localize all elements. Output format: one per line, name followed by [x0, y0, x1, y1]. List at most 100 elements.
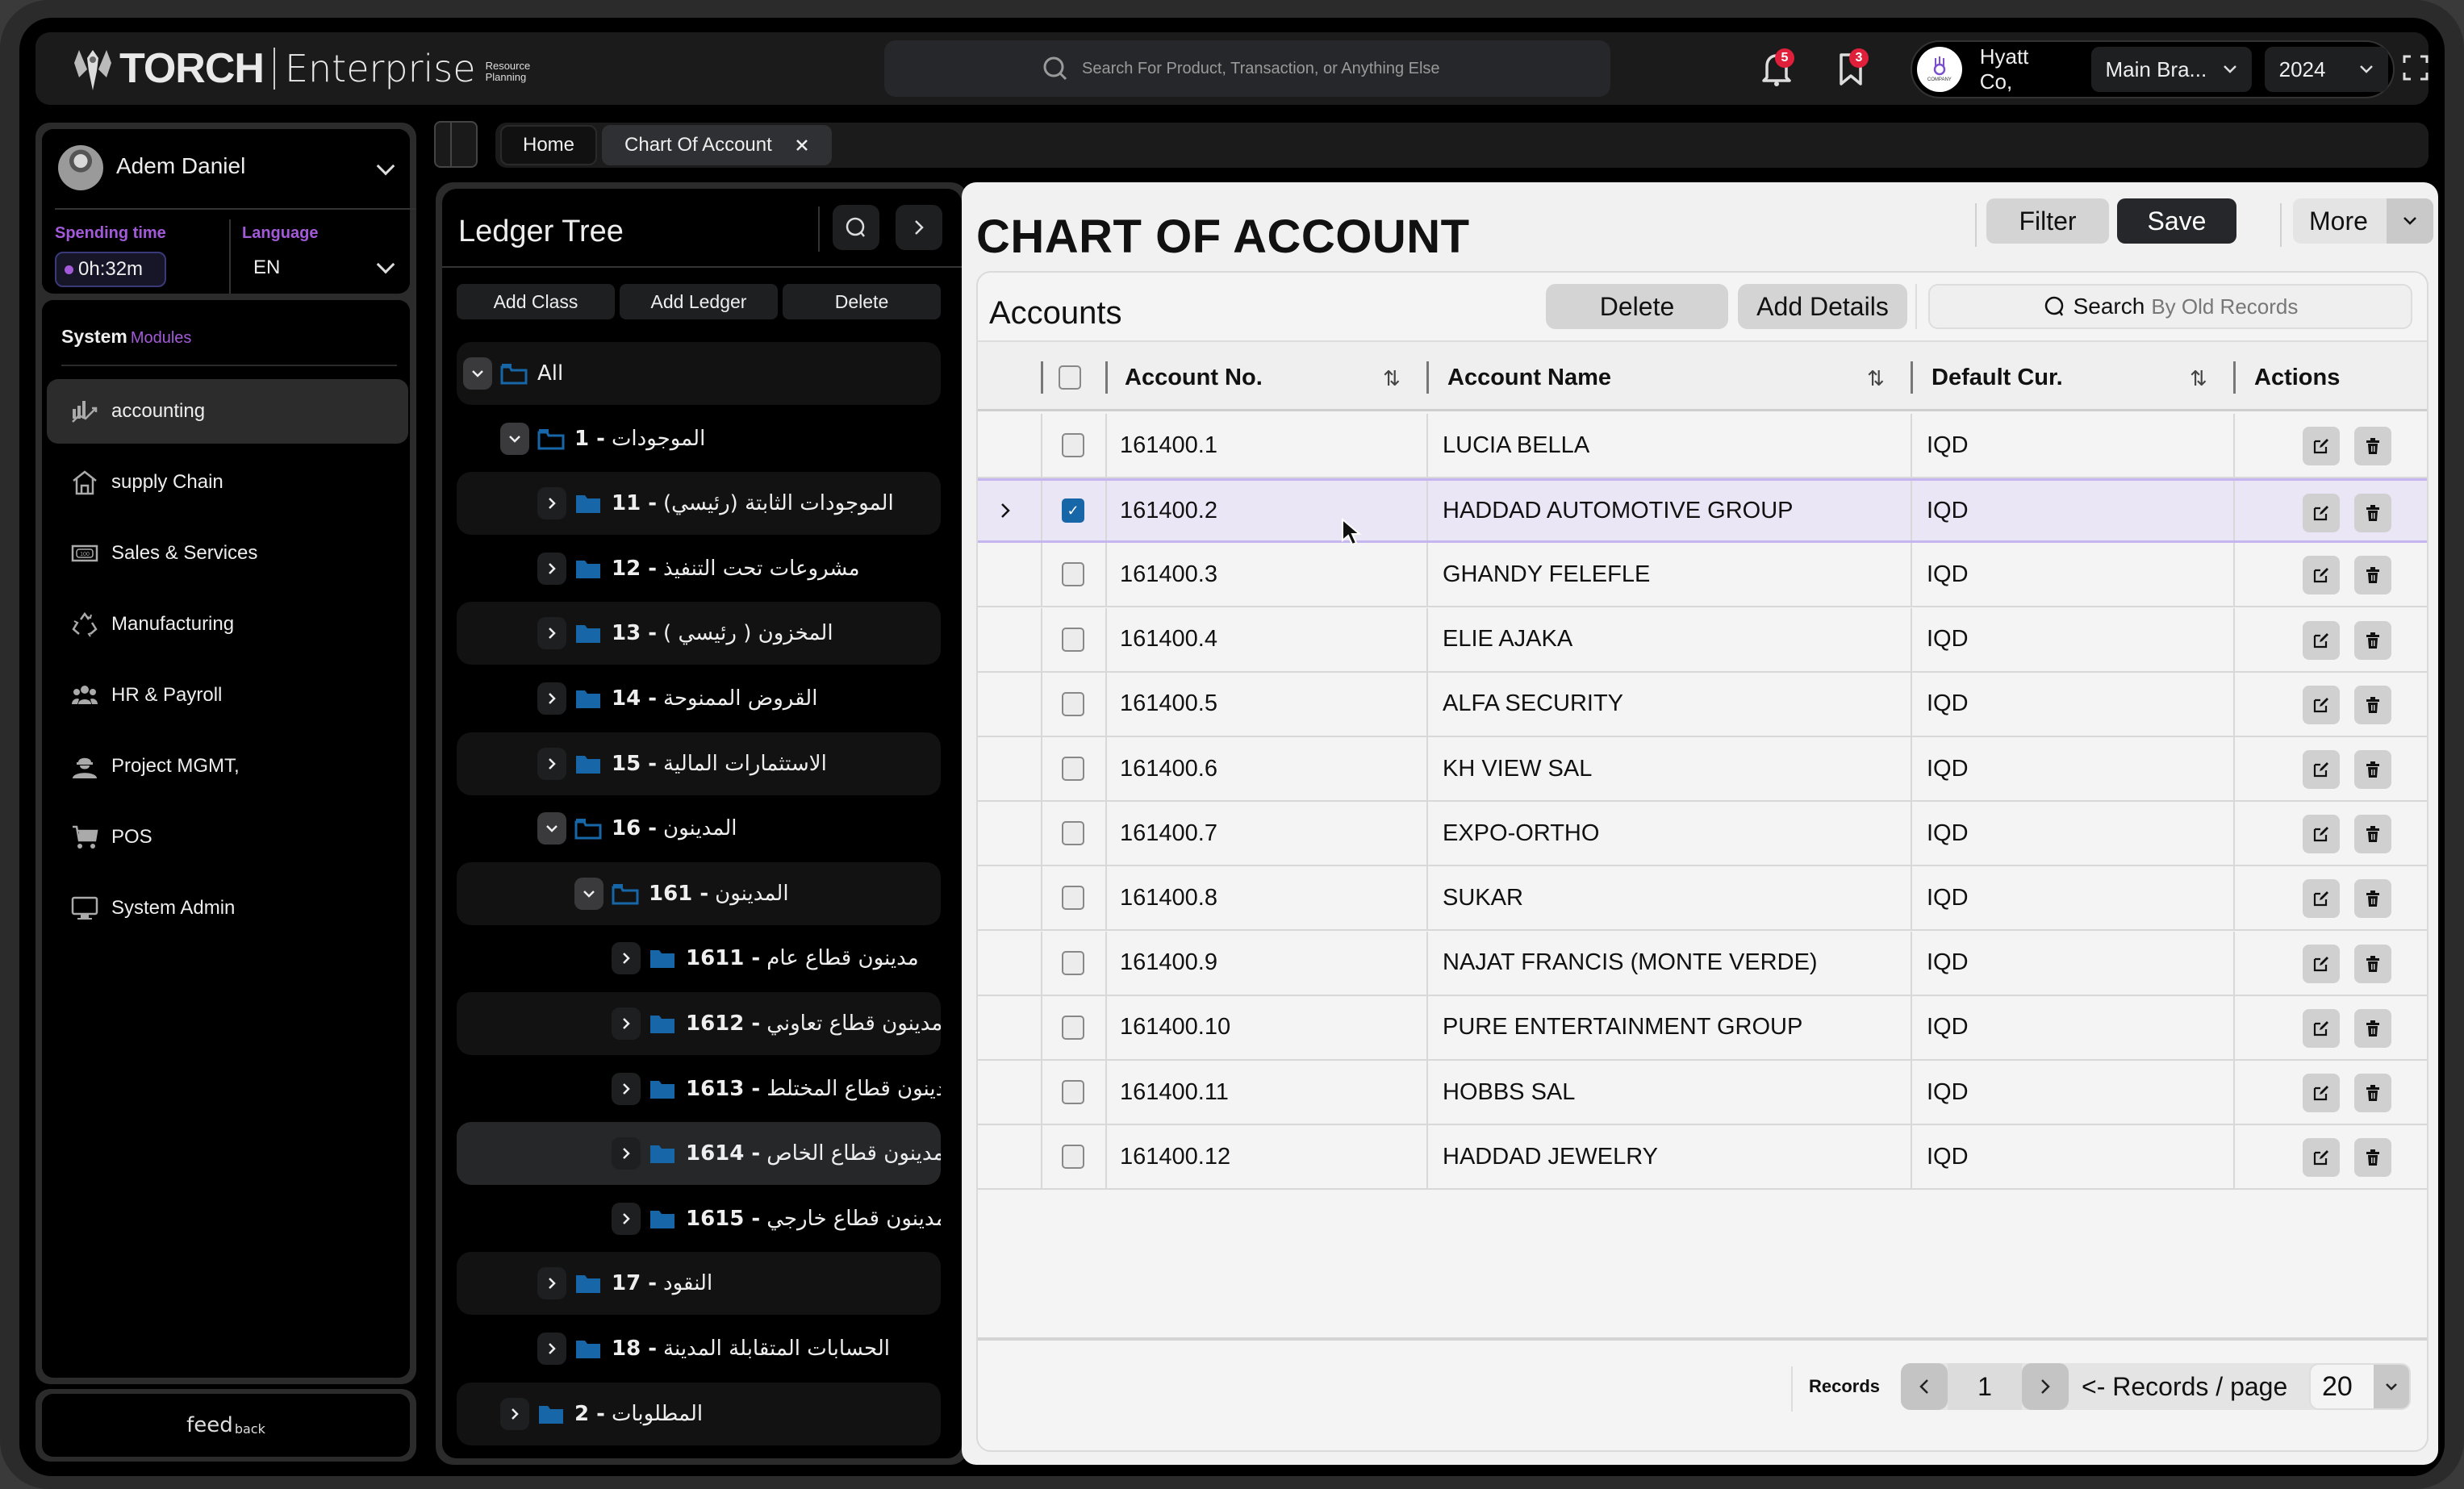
tree-node[interactable]: 18 - الحسابات المتقابلة المدينة	[457, 1317, 941, 1380]
sidebar-item-sales-services[interactable]: 100 Sales & Services	[47, 521, 408, 586]
column-header-account-name[interactable]: Account Name	[1447, 342, 1611, 413]
chevron-down-icon[interactable]	[537, 812, 566, 845]
chevron-down-icon[interactable]	[463, 357, 492, 390]
chevron-right-icon[interactable]	[612, 1007, 641, 1040]
delete-row-button[interactable]	[2354, 427, 2391, 465]
add-class-button[interactable]: Add Class	[457, 284, 615, 319]
tree-node[interactable]: 1614 - مدينون قطاع الخاص	[457, 1122, 941, 1186]
delete-row-button[interactable]	[2354, 685, 2391, 724]
chevron-right-icon[interactable]	[500, 1397, 529, 1430]
edit-button[interactable]	[2303, 1074, 2340, 1112]
tree-node[interactable]: 1 - الموجودات	[457, 407, 941, 470]
sidebar-item-system-admin[interactable]: System Admin	[47, 876, 408, 941]
filter-button[interactable]: Filter	[1986, 198, 2109, 244]
row-checkbox[interactable]	[1062, 691, 1084, 716]
global-search-input[interactable]	[1082, 59, 1453, 78]
edit-button[interactable]	[2303, 1008, 2340, 1048]
sidebar-item-manufacturing[interactable]: Manufacturing	[47, 592, 408, 657]
more-dropdown[interactable]: More	[2293, 198, 2433, 244]
row-checkbox[interactable]	[1062, 1015, 1084, 1040]
tree-node[interactable]: 161 - المدينون	[457, 861, 941, 925]
tab-home[interactable]: Home	[500, 125, 598, 165]
row-checkbox[interactable]: ✓	[1062, 498, 1084, 523]
row-checkbox[interactable]	[1062, 433, 1084, 457]
chevron-down-icon[interactable]	[2387, 198, 2433, 244]
table-row[interactable]: ✓ 161400.2 HADDAD AUTOMOTIVE GROUP IQD	[978, 478, 2427, 544]
branch-dropdown[interactable]: Main Bra...	[2090, 47, 2252, 92]
row-checkbox[interactable]	[1062, 1080, 1084, 1104]
next-page-button[interactable]	[2022, 1363, 2069, 1410]
table-row[interactable]: 161400.7 EXPO-ORTHO IQD	[978, 802, 2427, 867]
tree-node[interactable]: 15 - الاستثمارات المالية	[457, 732, 941, 795]
edit-button[interactable]	[2303, 1138, 2340, 1178]
chevron-down-icon[interactable]	[574, 877, 603, 910]
chevron-right-icon[interactable]	[537, 487, 566, 520]
chevron-right-icon[interactable]	[537, 552, 566, 585]
current-page[interactable]: 1	[1948, 1363, 2022, 1410]
ledger-expand-button[interactable]	[896, 205, 942, 250]
tree-node[interactable]: 16 - المدينون	[457, 797, 941, 860]
old-records-search[interactable]: Search By Old Records	[1928, 284, 2412, 329]
ledger-search-button[interactable]	[833, 205, 879, 250]
global-search[interactable]	[884, 40, 1610, 97]
tree-node[interactable]: 1615 - مدينون قطاع خارجي	[457, 1187, 941, 1250]
chevron-down-icon[interactable]	[500, 422, 529, 455]
chevron-right-icon[interactable]	[537, 682, 566, 715]
edit-button[interactable]	[2303, 427, 2340, 465]
table-row[interactable]: 161400.4 ELIE AJAKA IQD	[978, 607, 2427, 673]
tree-node[interactable]: All	[457, 342, 941, 405]
delete-row-button[interactable]	[2354, 556, 2391, 595]
sidebar-item-pos[interactable]: POS	[47, 805, 408, 870]
row-checkbox[interactable]	[1062, 821, 1084, 846]
prev-page-button[interactable]	[1901, 1363, 1948, 1410]
edit-button[interactable]	[2303, 879, 2340, 919]
table-row[interactable]: 161400.9 NAJAT FRANCIS (MONTE VERDE) IQD	[978, 931, 2427, 996]
chevron-right-icon[interactable]	[612, 942, 641, 975]
bookmarks-button[interactable]: 3	[1828, 47, 1873, 92]
sort-icon[interactable]: ⇅	[1867, 366, 1885, 391]
user-name[interactable]: Adem Daniel	[116, 153, 245, 179]
edit-button[interactable]	[2303, 944, 2340, 983]
fullscreen-icon[interactable]	[2399, 52, 2432, 84]
chevron-right-icon[interactable]	[537, 1333, 566, 1365]
edit-button[interactable]	[2303, 685, 2340, 724]
row-checkbox[interactable]	[1062, 950, 1084, 975]
table-row[interactable]: 161400.12 HADDAD JEWELRY IQD	[978, 1125, 2427, 1191]
add-ledger-button[interactable]: Add Ledger	[620, 284, 778, 319]
chevron-right-icon[interactable]	[537, 617, 566, 650]
column-header-account-no[interactable]: Account No.	[1125, 342, 1263, 413]
delete-button[interactable]: Delete	[1546, 284, 1728, 329]
tree-node[interactable]: 1611 - مدينون قطاع عام	[457, 927, 941, 990]
chevron-down-icon[interactable]	[376, 255, 395, 274]
close-icon[interactable]	[795, 138, 809, 152]
sidebar-item-accounting[interactable]: accounting	[47, 379, 408, 444]
sidebar-item-hr-payroll[interactable]: HR & Payroll	[47, 663, 408, 728]
delete-row-button[interactable]	[2354, 1074, 2391, 1112]
chevron-right-icon[interactable]	[537, 747, 566, 780]
row-checkbox[interactable]	[1062, 562, 1084, 587]
expand-row-icon[interactable]	[1000, 481, 1010, 540]
chevron-down-icon[interactable]	[376, 156, 395, 176]
edit-button[interactable]	[2303, 556, 2340, 595]
table-row[interactable]: 161400.8 SUKAR IQD	[978, 866, 2427, 932]
delete-row-button[interactable]	[2354, 750, 2391, 789]
tree-node[interactable]: 11 - الموجودات الثابتة (رئيسي)	[457, 472, 941, 536]
delete-row-button[interactable]	[2354, 879, 2391, 919]
delete-ledger-button[interactable]: Delete	[783, 284, 941, 319]
delete-row-button[interactable]	[2354, 494, 2391, 533]
delete-row-button[interactable]	[2354, 815, 2391, 854]
delete-row-button[interactable]	[2354, 1138, 2391, 1178]
tree-node[interactable]: 13 - المخزون ( رئيسي )	[457, 602, 941, 665]
tree-node[interactable]: 2 - المطلوبات	[457, 1382, 941, 1445]
delete-row-button[interactable]	[2354, 1008, 2391, 1048]
select-all-checkbox[interactable]	[1059, 365, 1081, 390]
chevron-right-icon[interactable]	[537, 1267, 566, 1300]
table-row[interactable]: 161400.11 HOBBS SAL IQD	[978, 1061, 2427, 1125]
tree-node[interactable]: 1612 - مدينون قطاع تعاوني	[457, 992, 941, 1055]
feedback-button[interactable]: feed back	[42, 1394, 410, 1457]
chevron-right-icon[interactable]	[612, 1072, 641, 1105]
table-row[interactable]: 161400.1 LUCIA BELLA IQD	[978, 414, 2427, 478]
table-row[interactable]: 161400.6 KH VIEW SAL IQD	[978, 737, 2427, 802]
save-button[interactable]: Save	[2117, 198, 2236, 244]
edit-button[interactable]	[2303, 494, 2340, 533]
